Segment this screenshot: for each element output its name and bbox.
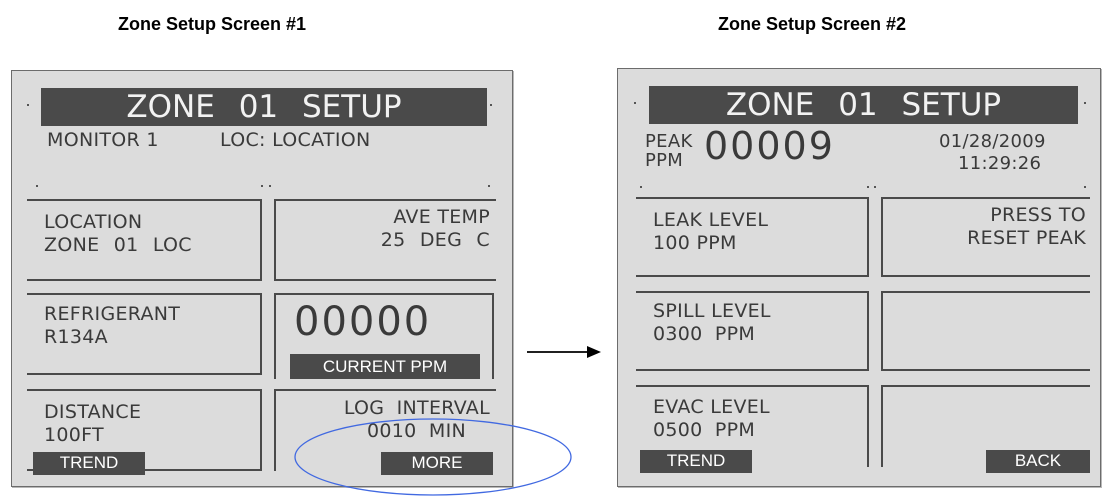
refrigerant-label: REFRIGERANT — [44, 303, 181, 325]
location-value: ZONE 01 LOC — [44, 234, 192, 256]
leak-level-panel[interactable]: LEAK LEVEL 100 PPM — [636, 197, 869, 277]
distance-label: DISTANCE — [44, 401, 142, 423]
current-ppm-panel: 00000 CURRENT PPM — [274, 293, 494, 379]
location-header-label: LOC: LOCATION — [220, 129, 371, 151]
refrigerant-value: R134A — [44, 326, 108, 348]
current-ppm-label: CURRENT PPM — [290, 354, 480, 379]
trend-button[interactable]: TREND — [640, 450, 752, 473]
time-readout: 11:29:26 — [958, 153, 1042, 174]
reset-peak-line1: PRESS TO — [990, 204, 1086, 226]
date-readout: 01/28/2009 — [939, 131, 1046, 152]
monitor-label: MONITOR 1 — [47, 129, 159, 151]
evac-level-value: 0500 PPM — [653, 419, 756, 441]
location-panel[interactable]: LOCATION ZONE 01 LOC — [27, 199, 262, 281]
leak-level-label: LEAK LEVEL — [653, 209, 769, 231]
evac-level-label: EVAC LEVEL — [653, 396, 770, 418]
reset-peak-button[interactable]: PRESS TO RESET PEAK — [881, 197, 1090, 277]
trend-button[interactable]: TREND — [33, 452, 145, 475]
current-ppm-value: 00000 — [294, 299, 432, 345]
leak-level-value: 100 PPM — [653, 232, 737, 254]
screen1-title-bar: ZONE 01 SETUP — [41, 88, 487, 126]
spill-level-panel[interactable]: SPILL LEVEL 0300 PPM — [636, 291, 869, 371]
empty-panel-middle — [881, 291, 1090, 371]
spill-level-value: 0300 PPM — [653, 323, 756, 345]
spill-level-label: SPILL LEVEL — [653, 300, 771, 322]
ave-temp-panel[interactable]: AVE TEMP 25 DEG C — [274, 199, 496, 281]
distance-value: 100FT — [44, 424, 104, 446]
screen1-caption: Zone Setup Screen #1 — [118, 14, 307, 34]
ave-temp-value: 25 DEG C — [380, 229, 490, 251]
reset-peak-line2: RESET PEAK — [967, 227, 1086, 249]
peak-ppm-value[interactable]: 00009 — [704, 124, 835, 168]
screen2-title-bar: ZONE 01 SETUP — [649, 86, 1078, 124]
zone-setup-screen-2: ZONE 01 SETUP PEAK PPM 00009 01/28/2009 … — [617, 68, 1101, 487]
location-label: LOCATION — [44, 211, 143, 233]
ave-temp-label: AVE TEMP — [393, 206, 490, 228]
back-button[interactable]: BACK — [986, 450, 1090, 473]
right-arrow-icon — [527, 346, 601, 358]
refrigerant-panel[interactable]: REFRIGERANT R134A — [27, 293, 262, 375]
peak-unit-label: PPM — [645, 150, 684, 171]
peak-label: PEAK — [645, 131, 693, 152]
highlight-ellipse — [294, 418, 572, 496]
screen2-caption: Zone Setup Screen #2 — [718, 14, 907, 34]
